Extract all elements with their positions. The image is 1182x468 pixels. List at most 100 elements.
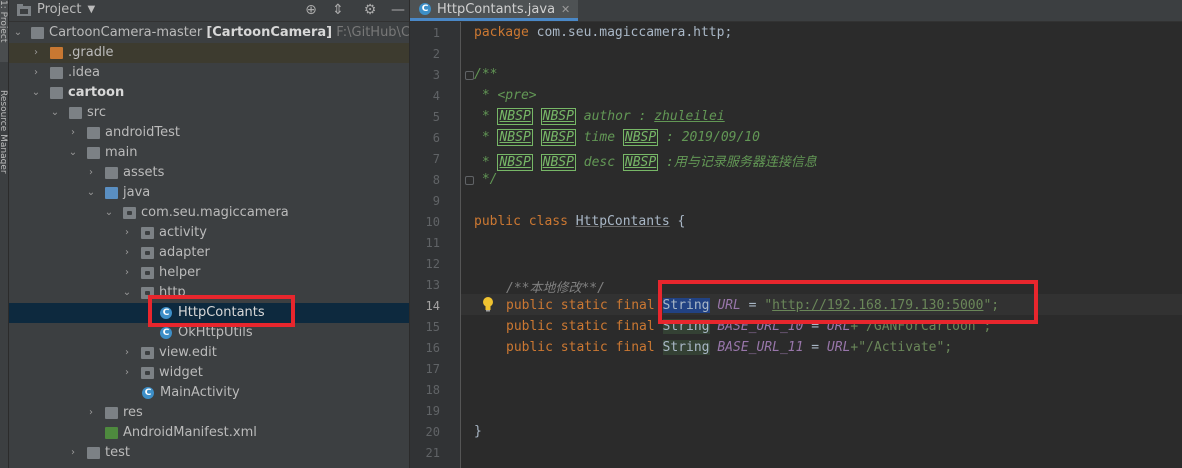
tree-item-label: test	[105, 445, 130, 460]
folder-icon	[87, 147, 100, 159]
nbsp-marker: NBSP	[497, 129, 533, 146]
chevron-down-icon[interactable]: ⌄	[86, 183, 96, 203]
tree-row-adapter[interactable]: › adapter	[9, 243, 409, 263]
tree-row-helper[interactable]: › helper	[9, 263, 409, 283]
code-line-7[interactable]: * NBSP NBSP desc NBSP :用与记录服务器连接信息	[474, 151, 817, 171]
tree-item-label: com.seu.magiccamera	[141, 205, 289, 220]
package-icon	[141, 267, 154, 279]
code-line-8[interactable]: */	[474, 172, 498, 187]
chevron-down-icon[interactable]: ⌄	[13, 23, 23, 43]
tree-row-okhttputils[interactable]: C OkHttpUtils	[9, 323, 409, 343]
tree-row-main[interactable]: ⌄ main	[9, 143, 409, 163]
chevron-right-icon[interactable]: ›	[68, 123, 78, 143]
minimize-icon[interactable]: —	[389, 1, 407, 19]
code-line-5[interactable]: * NBSP NBSP author : zhuleilei	[474, 108, 725, 125]
project-tool-tab[interactable]: 1: Project	[0, 0, 8, 62]
collapse-all-icon[interactable]: ⇕	[329, 1, 347, 19]
package-name: com.seu.magiccamera.http;	[528, 25, 733, 40]
chevron-right-icon[interactable]: ›	[86, 163, 96, 183]
tree-row-test[interactable]: › test	[9, 443, 409, 463]
tree-row-package[interactable]: ⌄ com.seu.magiccamera	[9, 203, 409, 223]
chevron-right-icon[interactable]: ›	[122, 343, 132, 363]
keyword-public-class: public class	[474, 214, 568, 229]
chevron-right-icon[interactable]: ›	[122, 363, 132, 383]
line-number: 8	[432, 173, 440, 187]
url-string[interactable]: http://192.168.179.130:5000	[772, 298, 983, 313]
code-line-4[interactable]: * <pre>	[474, 88, 537, 103]
fold-marker-icon[interactable]	[465, 71, 474, 80]
close-icon[interactable]: ✕	[561, 3, 570, 16]
code-line-20[interactable]: }	[474, 424, 482, 439]
nbsp-marker: NBSP	[497, 154, 533, 171]
code-line-10[interactable]: public class HttpContants {	[474, 214, 685, 229]
chevron-down-icon[interactable]: ⌄	[50, 103, 60, 123]
chevron-right-icon[interactable]: ›	[31, 63, 41, 83]
module-folder-icon	[50, 87, 63, 99]
chevron-right-icon[interactable]: ›	[86, 403, 96, 423]
code-line-1[interactable]: package com.seu.magiccamera.http;	[474, 25, 732, 40]
tree-row-java[interactable]: ⌄ java	[9, 183, 409, 203]
tree-item-label: activity	[159, 225, 207, 240]
tree-item-label: assets	[123, 165, 165, 180]
tree-row-widget[interactable]: › widget	[9, 363, 409, 383]
chevron-down-icon[interactable]: ⌄	[104, 203, 114, 223]
tree-row-root[interactable]: ⌄ CartoonCamera-master [CartoonCamera] F…	[9, 23, 409, 43]
code-line-3[interactable]: /**	[474, 67, 497, 82]
intention-bulb-icon[interactable]	[482, 296, 494, 312]
tree-item-label: cartoon	[68, 85, 125, 100]
tree-row-androidmanifest[interactable]: AndroidManifest.xml	[9, 423, 409, 443]
operator: =	[740, 298, 765, 313]
tree-row-mainactivity[interactable]: C MainActivity	[9, 383, 409, 403]
tree-row-res[interactable]: › res	[9, 403, 409, 423]
resource-manager-tool-tab[interactable]: Resource Manager	[0, 90, 8, 196]
project-panel-title: Project	[37, 2, 82, 17]
line-number: 3	[432, 68, 440, 82]
line-number: 11	[425, 236, 440, 250]
chevron-down-icon: ▼	[87, 4, 96, 15]
chevron-right-icon[interactable]: ›	[68, 443, 78, 463]
project-view-selector[interactable]: Project ▼	[17, 2, 95, 17]
chevron-right-icon[interactable]: ›	[122, 243, 132, 263]
line-number: 15	[425, 320, 440, 334]
folder-icon	[105, 167, 118, 179]
gear-icon[interactable]: ⚙	[361, 1, 379, 19]
tree-row-view-edit[interactable]: › view.edit	[9, 343, 409, 363]
tree-item-label: adapter	[159, 245, 210, 260]
chevron-right-icon[interactable]: ›	[122, 223, 132, 243]
tree-row-src[interactable]: ⌄ src	[9, 103, 409, 123]
code-line-16[interactable]: public static final String BASE_URL_11 =…	[506, 340, 952, 355]
tree-row-activity[interactable]: › activity	[9, 223, 409, 243]
tree-row-http[interactable]: ⌄ http	[9, 283, 409, 303]
tree-item-label: MainActivity	[160, 385, 240, 400]
code-line-14[interactable]: public static final String URL = "http:/…	[506, 298, 999, 313]
tree-row-idea[interactable]: › .idea	[9, 63, 409, 83]
fold-marker-icon[interactable]	[465, 176, 474, 185]
chevron-right-icon[interactable]: ›	[31, 43, 41, 63]
package-icon	[141, 347, 154, 359]
brace: }	[474, 424, 482, 439]
chevron-down-icon[interactable]: ⌄	[122, 283, 132, 303]
module-name: [CartoonCamera]	[206, 25, 333, 40]
tree-row-assets[interactable]: › assets	[9, 163, 409, 183]
tree-row-androidtest[interactable]: › androidTest	[9, 123, 409, 143]
tree-row-cartoon[interactable]: ⌄ cartoon	[9, 83, 409, 103]
chevron-down-icon[interactable]: ⌄	[68, 143, 78, 163]
package-icon	[141, 227, 154, 239]
nbsp-marker: NBSP	[540, 108, 576, 125]
chevron-down-icon[interactable]: ⌄	[31, 83, 41, 103]
project-folder-icon	[17, 3, 31, 16]
line-number: 18	[425, 383, 440, 397]
code-line-15[interactable]: public static final String BASE_URL_10 =…	[506, 319, 991, 334]
chevron-right-icon[interactable]: ›	[122, 263, 132, 283]
tab-httpcontants[interactable]: C HttpContants.java ✕	[410, 0, 579, 21]
code-line-13[interactable]: /**本地修改**/	[506, 277, 605, 296]
code-editor: C HttpContants.java ✕ 1 2 3 4 5 6 7 8 9 10 11 12 13 1…	[410, 0, 1182, 468]
tree-row-gradle[interactable]: › .gradle	[9, 43, 409, 63]
nbsp-marker: NBSP	[622, 129, 659, 146]
code-line-6[interactable]: * NBSP NBSP time NBSP : 2019/09/10	[474, 129, 760, 146]
locate-target-icon[interactable]: ⊕	[302, 1, 320, 19]
tree-row-httpcontants[interactable]: C HttpContants	[9, 303, 409, 323]
folder-icon	[50, 67, 63, 79]
line-number: 1	[432, 26, 440, 40]
doc-star: *	[474, 109, 498, 124]
